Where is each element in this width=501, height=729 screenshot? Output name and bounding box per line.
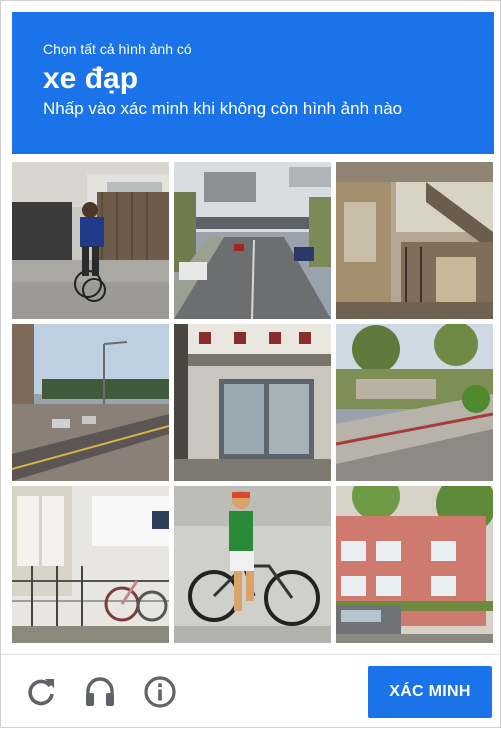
image-tile-2-3[interactable] (336, 324, 493, 481)
tile-image-road (12, 324, 169, 481)
info-icon (144, 676, 176, 708)
image-tile-3-3[interactable] (336, 486, 493, 643)
info-button[interactable] (142, 674, 178, 710)
tile-image-sidewalk (336, 324, 493, 481)
reload-icon (28, 679, 54, 706)
image-tile-2-1[interactable] (12, 324, 169, 481)
instruction-post-text: Nhấp vào xác minh khi không còn hình ảnh… (43, 99, 403, 118)
tile-image-house-porch (336, 162, 493, 319)
verify-button[interactable]: XÁC MINH (368, 666, 492, 718)
tile-image-storefront (174, 324, 331, 481)
tile-image-parked-bicycle (12, 486, 169, 643)
image-tile-2-2[interactable] (174, 324, 331, 481)
image-tile-1-3[interactable] (336, 162, 493, 319)
audio-challenge-button[interactable] (82, 674, 118, 710)
reload-button[interactable] (23, 674, 59, 710)
tile-image-boy-with-bicycle (174, 486, 331, 643)
challenge-target-text: xe đạp (43, 62, 139, 95)
tile-image-street (174, 162, 331, 319)
image-tile-3-2[interactable] (174, 486, 331, 643)
image-tile-grid (12, 162, 494, 644)
instruction-pre-text: Chọn tất cả hình ảnh có (43, 41, 192, 57)
image-tile-1-2[interactable] (174, 162, 331, 319)
challenge-header: Chọn tất cả hình ảnh có xe đạp Nhấp vào … (12, 12, 494, 154)
tile-image-bicycle-rider (12, 162, 169, 319)
image-tile-3-1[interactable] (12, 486, 169, 643)
headphones-icon (86, 677, 114, 706)
image-tile-1-1[interactable] (12, 162, 169, 319)
tile-image-apartment (336, 486, 493, 643)
captcha-challenge-frame: Chọn tất cả hình ảnh có xe đạp Nhấp vào … (0, 0, 501, 728)
challenge-footer: XÁC MINH (1, 655, 501, 729)
